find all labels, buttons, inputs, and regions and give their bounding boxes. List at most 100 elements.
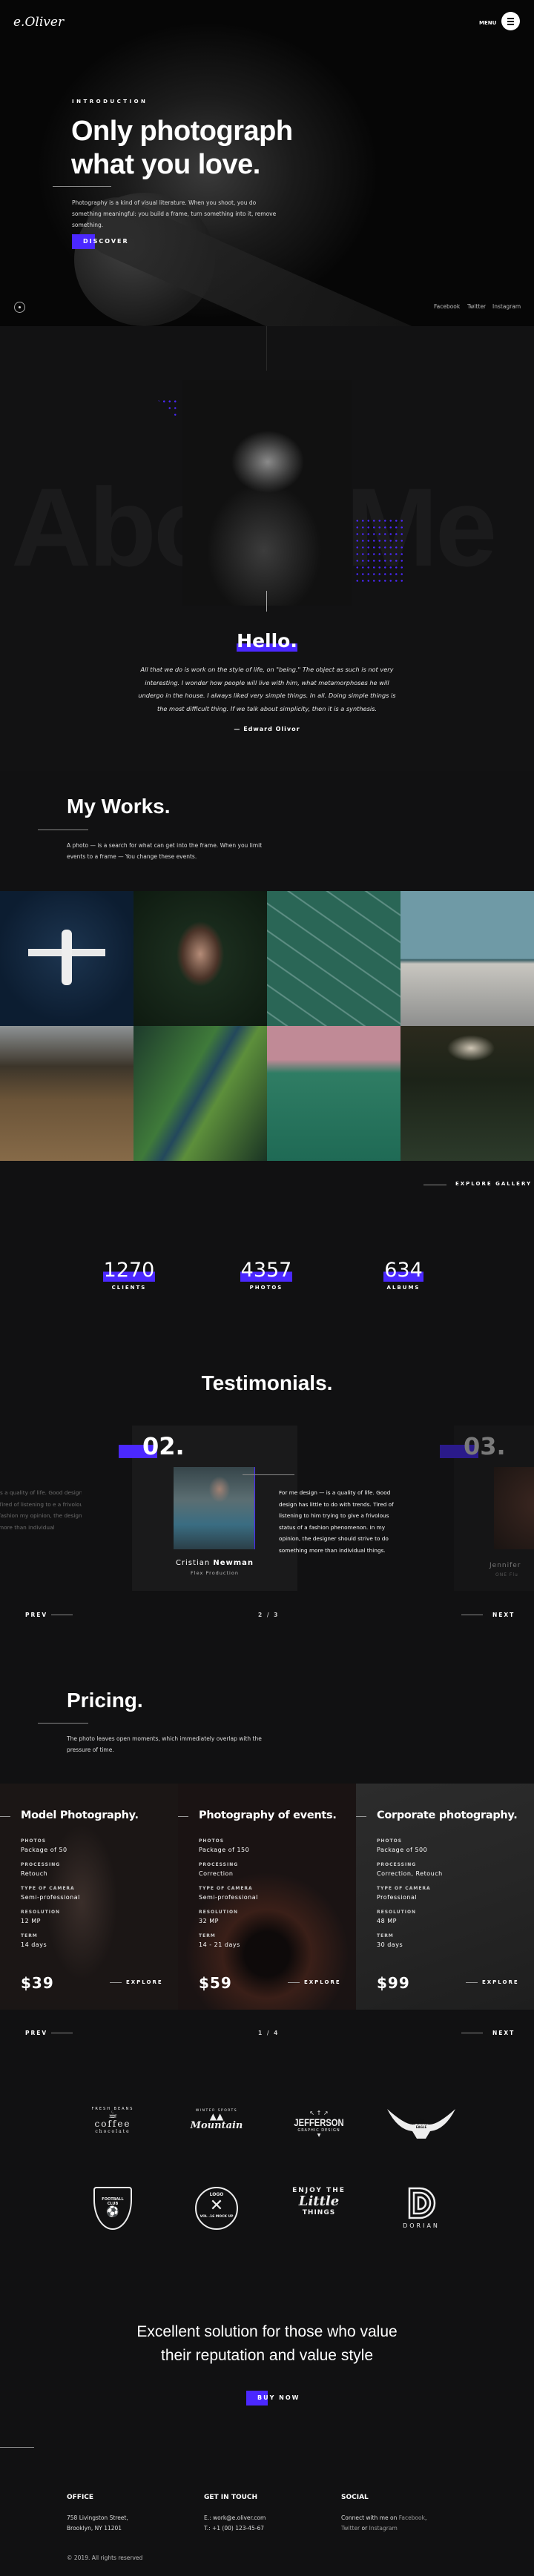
buy-now-button[interactable]: BUY NOW: [246, 2391, 300, 2406]
plan-detail-value: Package of 150: [199, 1847, 250, 1853]
email-link[interactable]: E.: work@e.oliver.com: [204, 2513, 266, 2523]
hero-text: Photography is a kind of visual literatu…: [72, 199, 277, 228]
footer-instagram-link[interactable]: Instagram: [369, 2525, 398, 2532]
plan-price: $39: [21, 1974, 54, 1992]
pricing-next-button[interactable]: NEXT: [492, 2030, 515, 2036]
plan-detail-label: TERM: [377, 1933, 394, 1938]
footer-office-address: 758 Livingston Street, Brooklyn, NY 11201: [67, 2513, 128, 2534]
hero-title: Only photograph what you love.: [71, 115, 293, 182]
plan-detail-label: PHOTOS: [21, 1838, 47, 1844]
ball-icon: ⚽: [106, 2206, 119, 2218]
plan-detail-value: 32 MP: [199, 1918, 219, 1924]
social-twitter[interactable]: Twitter: [467, 303, 486, 310]
menu-button[interactable]: [501, 12, 520, 30]
shield-icon: FOOTBALL CLUB ⚽: [93, 2187, 132, 2230]
footer-facebook-link[interactable]: Facebook: [399, 2514, 425, 2521]
stat-albums: 634 ALBUMS: [359, 1259, 448, 1291]
plan-detail-label: PROCESSING: [377, 1862, 417, 1867]
menu-label[interactable]: MENU: [479, 20, 496, 26]
pricing-title: Pricing.: [67, 1689, 143, 1712]
plan-detail-label: RESOLUTION: [377, 1910, 417, 1915]
social-instagram[interactable]: Instagram: [492, 303, 521, 310]
next-testimonial-name: Jennifer: [490, 1562, 521, 1569]
plan-detail-value: 48 MP: [377, 1918, 397, 1924]
stat-value: 4357: [240, 1259, 293, 1282]
client-logo-mountain: WINTER SPORTS ▲▲ Mountain: [179, 2109, 254, 2131]
pricing-pagination: 1 / 4: [258, 2030, 280, 2036]
gallery-item-field[interactable]: [0, 1026, 134, 1161]
works-title: My Works.: [67, 795, 171, 818]
client-logo-dorian: DORIAN: [384, 2187, 458, 2229]
testimonial-text: For me design — is a quality of life. Go…: [279, 1489, 394, 1554]
plan-detail-label: TYPE OF CAMERA: [377, 1886, 431, 1891]
portrait-photo: [182, 380, 352, 606]
social-facebook[interactable]: Facebook: [434, 303, 460, 310]
plan-detail-value: Semi-professional: [199, 1894, 258, 1901]
vertical-line: [266, 326, 267, 371]
plan-explore-link[interactable]: EXPLORE: [110, 1979, 163, 1985]
hello-text: Hello.: [237, 630, 297, 652]
phone-link[interactable]: T.: +1 (00) 123-45-67: [204, 2523, 266, 2534]
next-testimonial-photo: [494, 1467, 534, 1549]
testimonials-prev-button[interactable]: PREV: [25, 1612, 47, 1618]
cup-icon: ☕: [108, 2109, 118, 2121]
plan-detail-value: Professional: [377, 1894, 418, 1901]
gallery-item-portrait[interactable]: [134, 891, 267, 1026]
pricing-card-model: Model Photography. PHOTOS Package of 50 PR…: [0, 1784, 178, 2010]
logo[interactable]: e.Oliver: [13, 15, 64, 30]
plan-detail-label: PROCESSING: [21, 1862, 61, 1867]
next-testimonial-number: 03.: [440, 1432, 506, 1460]
testimonial-number: 02.: [119, 1432, 185, 1460]
plan-detail-label: TYPE OF CAMERA: [21, 1886, 75, 1891]
about-heading: Hello.: [0, 630, 534, 652]
gallery-item-river[interactable]: [134, 1026, 267, 1161]
plan-title: Corporate photography.: [377, 1810, 518, 1821]
crossed-needles-icon: ✕: [209, 2196, 224, 2215]
client-logo-eagle: The AMERICAN EAGLE: [384, 2109, 458, 2142]
plan-price: $59: [199, 1974, 232, 1992]
works-text: A photo — is a search for what can get i…: [67, 842, 263, 860]
logo-text: THINGS: [302, 2209, 336, 2216]
divider: [243, 1474, 294, 1475]
footer-contact: E.: work@e.oliver.com T.: +1 (00) 123-45-…: [204, 2513, 266, 2534]
prev-label: PREV: [25, 2030, 48, 2036]
pricing-prev-button[interactable]: PREV: [25, 2030, 47, 2036]
plan-price: $99: [377, 1974, 410, 1992]
buy-now-label: BUY NOW: [257, 2394, 300, 2401]
social-prefix: Connect with me on: [341, 2514, 398, 2521]
gallery-item-ocean[interactable]: [267, 891, 400, 1026]
testimonials-next-button[interactable]: NEXT: [492, 1612, 515, 1618]
gallery-item-hat[interactable]: [400, 1026, 534, 1161]
plan-detail-value: Correction, Retouch: [377, 1870, 443, 1877]
copyright: © 2019. All rights reserved: [67, 2555, 143, 2561]
plan-explore-link[interactable]: EXPLORE: [466, 1979, 519, 1985]
client-logo-coffee: FRESH BEANS ☕ coffee chocolate: [76, 2107, 150, 2134]
last-name: Newman: [213, 1559, 254, 1567]
seaplane-body: [62, 930, 72, 985]
plan-title: Photography of events.: [199, 1810, 337, 1821]
dash: [356, 1816, 366, 1817]
hero-section: e.Oliver MENU INTRODUCTION Only photogra…: [0, 0, 534, 326]
testimonial-number-text: 02.: [142, 1432, 185, 1460]
gallery-item-forest[interactable]: [267, 1026, 400, 1161]
plan-detail-label: PHOTOS: [377, 1838, 403, 1844]
plan-explore-link[interactable]: EXPLORE: [288, 1979, 341, 1985]
pricing-text: The photo leaves open moments, which imm…: [67, 1735, 262, 1753]
gallery-item-seaplane[interactable]: [0, 891, 134, 1026]
explore-gallery-link[interactable]: EXPLORE GALLERY: [455, 1181, 532, 1187]
plan-detail-label: TERM: [21, 1933, 38, 1938]
plan-detail-value: 30 days: [377, 1941, 403, 1948]
discover-button[interactable]: DISCOVER: [72, 234, 129, 249]
stat-label: CLIENTS: [111, 1285, 147, 1291]
stat-label: PHOTOS: [249, 1285, 283, 1291]
logo-text: FOOTBALL CLUB: [102, 2197, 124, 2206]
hero-eyebrow: INTRODUCTION: [72, 99, 148, 105]
footer-twitter-link[interactable]: Twitter: [341, 2525, 360, 2532]
scroll-down-icon[interactable]: [14, 302, 25, 313]
plan-detail-value: Package of 50: [21, 1847, 67, 1853]
plan-title: Model Photography.: [21, 1810, 139, 1821]
plan-detail-value: Correction: [199, 1870, 234, 1877]
vertical-line: [266, 591, 267, 612]
stat-value: 1270: [102, 1259, 156, 1282]
gallery-item-skate[interactable]: [400, 891, 534, 1026]
